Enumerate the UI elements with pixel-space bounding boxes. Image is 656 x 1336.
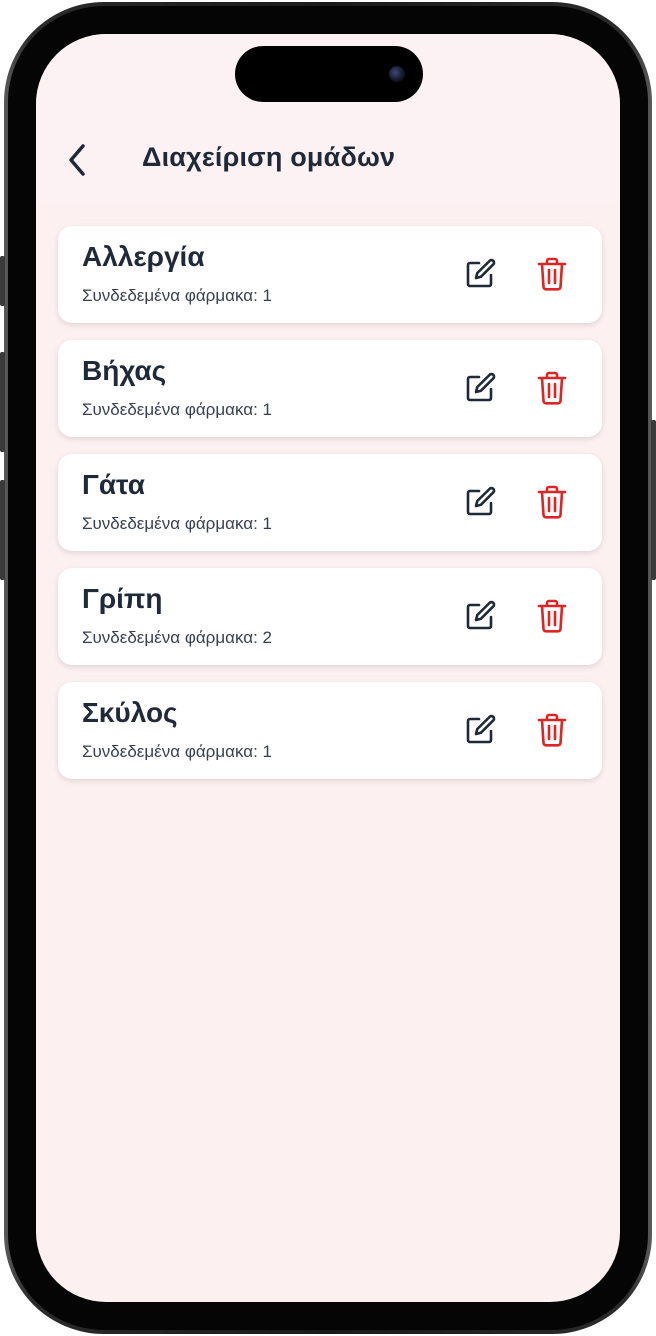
edit-group-button[interactable]	[458, 480, 502, 524]
linked-medicines-count: Συνδεδεμένα φάρμακα: 2	[82, 628, 272, 647]
group-name: Βήχας	[82, 355, 167, 386]
linked-medicines-count: Συνδεδεμένα φάρμακα: 1	[82, 514, 272, 533]
camera-icon	[389, 66, 405, 82]
edit-icon	[466, 714, 496, 744]
edit-group-button[interactable]	[458, 252, 502, 296]
action-button	[0, 256, 5, 306]
group-card: Γάτα Συνδεδεμένα φάρμακα: 1	[58, 454, 602, 551]
group-list: Αλλεργία Συνδεδεμένα φάρμακα: 1 Βήχας Συ…	[58, 226, 602, 796]
volume-up-button	[0, 352, 5, 452]
dynamic-island	[235, 46, 423, 102]
edit-icon	[466, 600, 496, 630]
linked-medicines-count: Συνδεδεμένα φάρμακα: 1	[82, 742, 272, 761]
edit-group-button[interactable]	[458, 708, 502, 752]
volume-down-button	[0, 480, 5, 580]
edit-group-button[interactable]	[458, 594, 502, 638]
group-name: Γάτα	[82, 469, 145, 500]
linked-medicines-count: Συνδεδεμένα φάρμακα: 1	[82, 400, 272, 419]
edit-icon	[466, 372, 496, 402]
edit-icon	[466, 486, 496, 516]
chevron-left-icon	[69, 144, 85, 176]
app-screen: Διαχείριση ομάδων Αλλεργία Συνδεδεμένα φ…	[36, 34, 620, 1302]
delete-group-button[interactable]	[530, 594, 574, 638]
delete-group-button[interactable]	[530, 708, 574, 752]
group-card: Βήχας Συνδεδεμένα φάρμακα: 1	[58, 340, 602, 437]
trash-icon	[537, 599, 567, 633]
phone-frame: Διαχείριση ομάδων Αλλεργία Συνδεδεμένα φ…	[4, 2, 652, 1334]
trash-icon	[537, 257, 567, 291]
group-card: Γρίπη Συνδεδεμένα φάρμακα: 2	[58, 568, 602, 665]
group-name: Σκύλος	[82, 697, 178, 728]
trash-icon	[537, 371, 567, 405]
linked-medicines-count: Συνδεδεμένα φάρμακα: 1	[82, 286, 272, 305]
trash-icon	[537, 485, 567, 519]
edit-group-button[interactable]	[458, 366, 502, 410]
delete-group-button[interactable]	[530, 480, 574, 524]
back-button[interactable]	[62, 140, 92, 180]
page-title: Διαχείριση ομάδων	[142, 142, 396, 172]
group-name: Γρίπη	[82, 583, 163, 614]
edit-icon	[466, 258, 496, 288]
power-button	[651, 420, 656, 580]
group-name: Αλλεργία	[82, 241, 205, 272]
group-card: Σκύλος Συνδεδεμένα φάρμακα: 1	[58, 682, 602, 779]
phone-bezel: Διαχείριση ομάδων Αλλεργία Συνδεδεμένα φ…	[8, 6, 648, 1330]
group-card: Αλλεργία Συνδεδεμένα φάρμακα: 1	[58, 226, 602, 323]
trash-icon	[537, 713, 567, 747]
delete-group-button[interactable]	[530, 366, 574, 410]
delete-group-button[interactable]	[530, 252, 574, 296]
